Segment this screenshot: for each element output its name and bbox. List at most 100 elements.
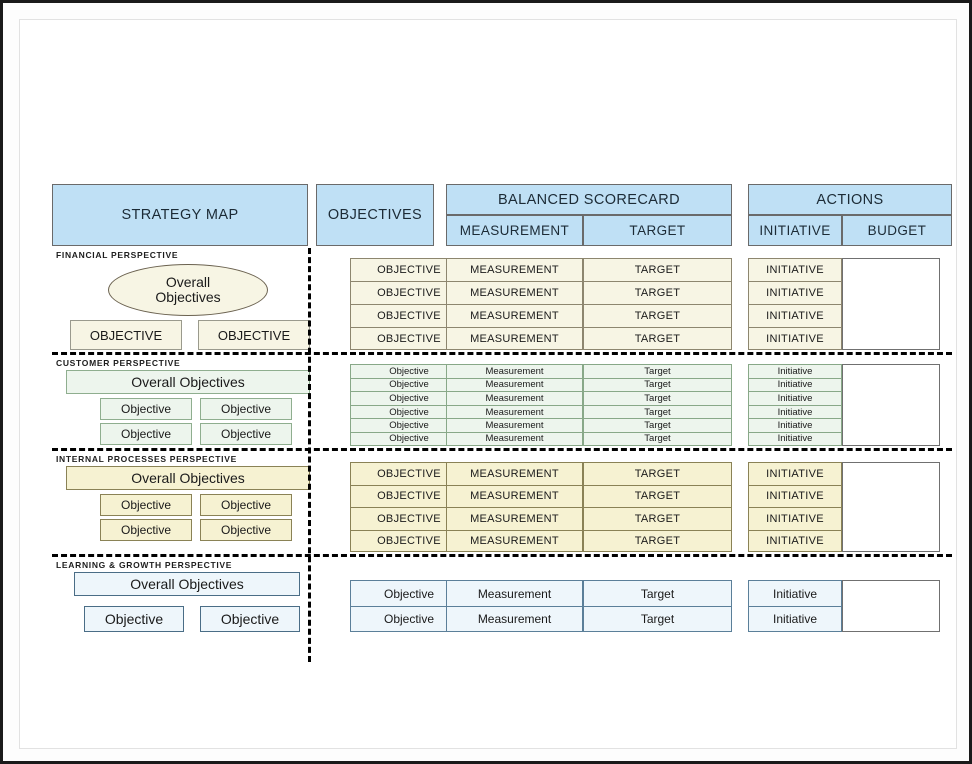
- initiative-cell[interactable]: INITIATIVE: [748, 529, 842, 552]
- strategy-map-divider: [308, 248, 311, 662]
- header-target: TARGET: [583, 215, 732, 246]
- target-cell[interactable]: Target: [583, 606, 732, 632]
- strategy-objective-box: Objective: [200, 494, 292, 516]
- initiative-cell[interactable]: Initiative: [748, 606, 842, 632]
- measurement-cell[interactable]: MEASUREMENT: [446, 484, 583, 507]
- target-cell[interactable]: TARGET: [583, 258, 732, 281]
- measurement-cell[interactable]: Measurement: [446, 418, 583, 432]
- measurement-cell[interactable]: Measurement: [446, 431, 583, 446]
- header-strategy-map-label: STRATEGY MAP: [121, 207, 239, 223]
- perspective-label-financial: FINANCIAL PERSPECTIVE: [56, 250, 179, 260]
- target-cell[interactable]: Target: [583, 580, 732, 606]
- measurement-cell[interactable]: MEASUREMENT: [446, 462, 583, 485]
- strategy-objective-box: Objective: [200, 398, 292, 420]
- initiative-cell[interactable]: Initiative: [748, 364, 842, 378]
- initiative-cell[interactable]: Initiative: [748, 391, 842, 405]
- header-actions-label: ACTIONS: [816, 191, 884, 208]
- target-cell[interactable]: TARGET: [583, 327, 732, 350]
- initiative-cell[interactable]: INITIATIVE: [748, 304, 842, 327]
- initiative-cell[interactable]: INITIATIVE: [748, 462, 842, 485]
- measurement-cell[interactable]: Measurement: [446, 404, 583, 419]
- strategy-objective-box: Objective: [200, 606, 300, 632]
- header-measurement-label: MEASUREMENT: [459, 223, 570, 238]
- strategy-overall-objectives-learning: Overall Objectives: [74, 572, 300, 596]
- strategy-objective-box: Objective: [100, 423, 192, 445]
- header-actions: ACTIONS: [748, 184, 952, 215]
- initiative-column-internal: INITIATIVE INITIATIVE INITIATIVE INITIATIVE: [748, 462, 842, 552]
- initiative-column-financial: INITIATIVE INITIATIVE INITIATIVE INITIATIVE: [748, 258, 842, 350]
- target-column-internal: TARGET TARGET TARGET TARGET: [583, 462, 732, 552]
- target-cell[interactable]: Target: [583, 404, 732, 419]
- target-cell[interactable]: TARGET: [583, 281, 732, 304]
- measurement-cell[interactable]: MEASUREMENT: [446, 281, 583, 304]
- header-balanced-scorecard: BALANCED SCORECARD: [446, 184, 732, 215]
- target-column-learning: Target Target: [583, 580, 732, 632]
- strategy-overall-objectives-internal: Overall Objectives: [66, 466, 310, 490]
- measurement-cell[interactable]: Measurement: [446, 580, 583, 606]
- budget-box-customer[interactable]: [842, 364, 940, 446]
- perspective-label-customer: CUSTOMER PERSPECTIVE: [56, 358, 181, 368]
- measurement-cell[interactable]: MEASUREMENT: [446, 327, 583, 350]
- header-initiative-label: INITIATIVE: [759, 223, 831, 238]
- target-cell[interactable]: Target: [583, 377, 732, 392]
- target-cell[interactable]: TARGET: [583, 484, 732, 507]
- budget-box-learning[interactable]: [842, 580, 940, 632]
- strategy-objective-box: Objective: [100, 519, 192, 541]
- page-inner-border: STRATEGY MAP OBJECTIVES BALANCED SCORECA…: [19, 19, 957, 749]
- budget-box-internal[interactable]: [842, 462, 940, 552]
- target-column-customer: Target Target Target Target Target Target: [583, 364, 732, 446]
- perspective-label-internal: INTERNAL PROCESSES PERSPECTIVE: [56, 454, 237, 464]
- measurement-cell[interactable]: Measurement: [446, 364, 583, 378]
- perspective-band-customer: CUSTOMER PERSPECTIVE Overall Objectives Ob…: [52, 356, 952, 448]
- measurement-cell[interactable]: MEASUREMENT: [446, 304, 583, 327]
- budget-box-financial[interactable]: [842, 258, 940, 350]
- strategy-objective-box: Objective: [100, 494, 192, 516]
- measurement-column-financial: MEASUREMENT MEASUREMENT MEASUREMENT MEASURE…: [446, 258, 583, 350]
- strategy-objective-box: Objective: [200, 519, 292, 541]
- header-budget-label: BUDGET: [867, 223, 927, 238]
- perspective-band-financial: FINANCIAL PERSPECTIVE Overall Objectives OB…: [52, 248, 952, 352]
- target-cell[interactable]: Target: [583, 431, 732, 446]
- header-objectives-label: OBJECTIVES: [327, 207, 423, 223]
- target-cell[interactable]: Target: [583, 364, 732, 378]
- perspective-band-learning: LEARNING & GROWTH PERSPECTIVE Overall Obj…: [52, 558, 952, 662]
- header-strategy-map: STRATEGY MAP: [52, 184, 308, 246]
- perspective-divider: [52, 448, 952, 451]
- measurement-cell[interactable]: MEASUREMENT: [446, 258, 583, 281]
- measurement-column-learning: Measurement Measurement: [446, 580, 583, 632]
- initiative-cell[interactable]: Initiative: [748, 404, 842, 419]
- target-cell[interactable]: TARGET: [583, 462, 732, 485]
- perspective-divider: [52, 352, 952, 355]
- target-cell[interactable]: TARGET: [583, 529, 732, 552]
- header-budget: BUDGET: [842, 215, 952, 246]
- measurement-column-customer: Measurement Measurement Measurement Measure…: [446, 364, 583, 446]
- initiative-cell[interactable]: INITIATIVE: [748, 281, 842, 304]
- initiative-cell[interactable]: Initiative: [748, 418, 842, 432]
- strategy-objective-box: OBJECTIVE: [198, 320, 310, 350]
- header-measurement: MEASUREMENT: [446, 215, 583, 246]
- initiative-cell[interactable]: Initiative: [748, 431, 842, 446]
- strategy-objective-box: Objective: [200, 423, 292, 445]
- target-cell[interactable]: TARGET: [583, 304, 732, 327]
- initiative-cell[interactable]: INITIATIVE: [748, 327, 842, 350]
- strategy-objective-box: OBJECTIVE: [70, 320, 182, 350]
- initiative-cell[interactable]: Initiative: [748, 377, 842, 392]
- initiative-cell[interactable]: INITIATIVE: [748, 258, 842, 281]
- target-column-financial: TARGET TARGET TARGET TARGET: [583, 258, 732, 350]
- initiative-cell[interactable]: INITIATIVE: [748, 507, 842, 530]
- measurement-column-internal: MEASUREMENT MEASUREMENT MEASUREMENT MEASURE…: [446, 462, 583, 552]
- measurement-cell[interactable]: Measurement: [446, 377, 583, 392]
- measurement-cell[interactable]: MEASUREMENT: [446, 529, 583, 552]
- perspective-divider: [52, 554, 952, 557]
- measurement-cell[interactable]: Measurement: [446, 391, 583, 405]
- initiative-cell[interactable]: Initiative: [748, 580, 842, 606]
- target-cell[interactable]: Target: [583, 391, 732, 405]
- measurement-cell[interactable]: Measurement: [446, 606, 583, 632]
- target-cell[interactable]: TARGET: [583, 507, 732, 530]
- initiative-cell[interactable]: INITIATIVE: [748, 484, 842, 507]
- measurement-cell[interactable]: MEASUREMENT: [446, 507, 583, 530]
- strategy-overall-objectives-financial: Overall Objectives: [108, 264, 268, 316]
- strategy-objective-box: Objective: [84, 606, 184, 632]
- target-cell[interactable]: Target: [583, 418, 732, 432]
- strategy-overall-line: Overall: [165, 273, 211, 290]
